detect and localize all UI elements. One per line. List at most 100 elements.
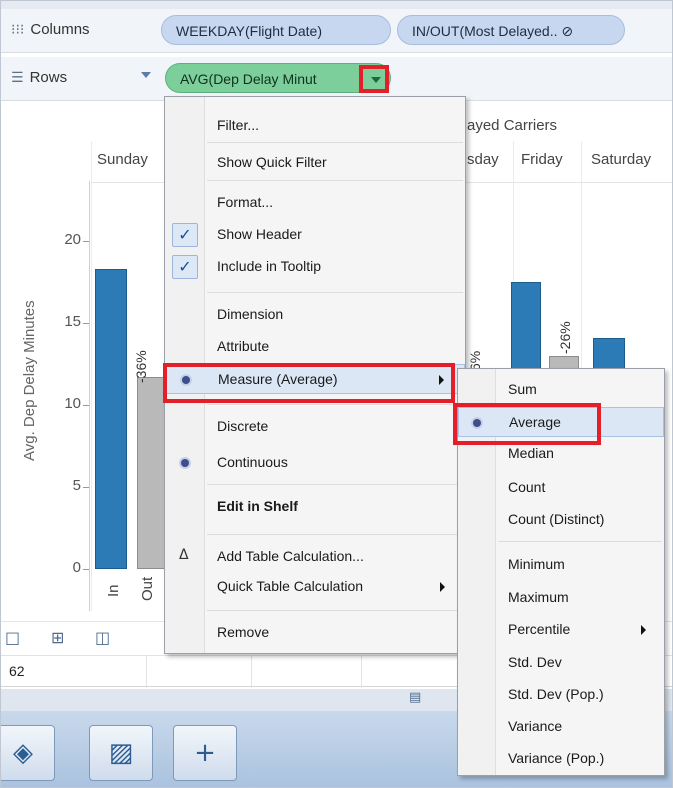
menu-separator: [207, 180, 463, 181]
menu-item-label: Minimum: [508, 556, 565, 572]
y-tick-label: 0: [72, 559, 81, 576]
x-label-out: Out: [139, 576, 156, 601]
y-tick-mark: [83, 487, 89, 488]
submenu-item-count[interactable]: Count: [458, 473, 664, 503]
bar-sunday-out[interactable]: [137, 377, 167, 569]
paint-app-icon[interactable]: ◈: [1, 725, 55, 781]
submenu-item-maximum[interactable]: Maximum: [458, 583, 664, 613]
submenu-item-minimum[interactable]: Minimum: [458, 550, 664, 580]
submenu-item-variance[interactable]: Variance: [458, 712, 664, 742]
rows-shelf: ☰ Rows AVG(Dep Delay Minut: [1, 57, 672, 101]
menu-item-label: Average: [509, 414, 561, 430]
menu-item-discrete[interactable]: Discrete: [165, 412, 465, 442]
submenu-arrow-icon: [641, 625, 646, 635]
menu-item-label: Continuous: [217, 454, 288, 470]
menu-separator: [207, 404, 463, 405]
menu-item-label: Attribute: [217, 338, 270, 354]
menu-item-label: Dimension: [217, 306, 284, 322]
y-tick-mark: [83, 241, 89, 242]
rows-label: Rows: [29, 69, 68, 86]
delta-icon: Δ: [179, 547, 189, 563]
radio-bullet-icon: [182, 376, 190, 384]
avg-dep-delay-pill[interactable]: AVG(Dep Delay Minut: [165, 63, 391, 93]
sheet-icon[interactable]: □: [5, 628, 20, 647]
menu-item-label: Show Header: [217, 226, 302, 242]
checkmark-icon: ✓: [172, 255, 198, 279]
menu-item-label: Filter...: [217, 117, 260, 133]
y-tick-label: 5: [72, 477, 81, 494]
pill-context-menu: Filter... Show Quick Filter Format... ✓ S…: [164, 96, 466, 654]
menu-item-label: Count: [508, 479, 546, 495]
submenu-item-average[interactable]: Average: [458, 407, 664, 437]
menu-item-filter[interactable]: Filter...: [165, 111, 465, 141]
bar-label-friday-out: -26%: [557, 321, 573, 354]
menu-item-show-quick-filter[interactable]: Show Quick Filter: [165, 148, 465, 178]
menu-item-label: Edit in Shelf: [217, 498, 298, 514]
menu-item-label: Quick Table Calculation: [217, 578, 364, 594]
day-header-wednesday: sday: [467, 151, 499, 168]
radio-bullet-icon: [181, 459, 189, 467]
y-tick-mark: [83, 405, 89, 406]
day-header-sunday: Sunday: [97, 151, 148, 168]
bar-sunday-in[interactable]: [95, 268, 127, 569]
menu-item-add-table-calculation[interactable]: Δ Add Table Calculation...: [165, 542, 465, 572]
rows-shelf-label: ☰ Rows: [11, 69, 67, 86]
aggregation-submenu: Sum Average Median Count Count (Distinct…: [457, 368, 665, 776]
y-tick-label: 20: [64, 231, 81, 248]
submenu-item-sum[interactable]: Sum: [458, 375, 664, 405]
day-header-friday: Friday: [521, 151, 563, 168]
in-out-pill[interactable]: IN/OUT(Most Delayed.. ⊘: [397, 15, 625, 45]
menu-item-label: Variance (Pop.): [508, 750, 605, 766]
y-tick-label: 15: [64, 313, 81, 330]
menu-item-show-header[interactable]: ✓ Show Header: [165, 220, 465, 250]
columns-shelf-label: ⁝⁝⁝ Columns: [11, 21, 90, 38]
menu-item-remove[interactable]: Remove: [165, 618, 465, 648]
menu-item-label: Remove: [217, 624, 270, 640]
presentation-icon[interactable]: ▤: [409, 690, 421, 705]
status-separator: [361, 656, 362, 688]
submenu-item-count-distinct[interactable]: Count (Distinct): [458, 505, 664, 535]
new-story-icon[interactable]: ◫: [95, 628, 110, 647]
new-dashboard-icon[interactable]: ⊞: [51, 628, 64, 647]
menu-item-label: Discrete: [217, 418, 269, 434]
submenu-arrow-icon: [439, 375, 444, 385]
chart-top-title: ayed Carriers: [467, 117, 558, 134]
menu-item-label: Percentile: [508, 621, 571, 637]
menu-item-attribute[interactable]: Attribute: [165, 332, 465, 362]
menu-item-label: Format...: [217, 194, 274, 210]
menu-item-continuous[interactable]: Continuous: [165, 448, 465, 478]
weekday-pill[interactable]: WEEKDAY(Flight Date): [161, 15, 391, 45]
menu-separator: [207, 610, 463, 611]
menu-item-label: Median: [508, 445, 554, 461]
menu-item-include-in-tooltip[interactable]: ✓ Include in Tooltip: [165, 252, 465, 282]
menu-item-measure-average[interactable]: Measure (Average): [165, 364, 465, 394]
menu-separator: [207, 292, 463, 293]
checkmark-icon: ✓: [172, 223, 198, 247]
menu-item-quick-table-calculation[interactable]: Quick Table Calculation: [165, 572, 465, 602]
submenu-item-std-dev-pop[interactable]: Std. Dev (Pop.): [458, 680, 664, 710]
y-axis-label: Avg. Dep Delay Minutes: [21, 300, 38, 461]
tableau-app-icon[interactable]: +: [173, 725, 237, 781]
x-label-in: In: [105, 584, 122, 597]
menu-separator: [207, 534, 463, 535]
rows-dropdown-icon[interactable]: [141, 72, 151, 78]
menu-item-edit-in-shelf[interactable]: Edit in Shelf: [165, 492, 465, 522]
submenu-item-median[interactable]: Median: [458, 439, 664, 469]
submenu-item-variance-pop[interactable]: Variance (Pop.): [458, 744, 664, 774]
shelf-top-strip: [1, 1, 672, 9]
radio-bullet-icon: [473, 419, 481, 427]
submenu-item-percentile[interactable]: Percentile: [458, 615, 664, 645]
menu-item-dimension[interactable]: Dimension: [165, 300, 465, 330]
pill-dropdown-arrow-icon[interactable]: [359, 65, 389, 93]
day-header-saturday: Saturday: [591, 151, 652, 168]
menu-item-label: Maximum: [508, 589, 569, 605]
menu-separator: [207, 142, 463, 143]
y-tick-label: 10: [64, 395, 81, 412]
window-app-icon[interactable]: ▨: [89, 725, 153, 781]
menu-item-label: Std. Dev: [508, 654, 562, 670]
submenu-item-std-dev[interactable]: Std. Dev: [458, 648, 664, 678]
columns-shelf: ⁝⁝⁝ Columns WEEKDAY(Flight Date) IN/OUT(…: [1, 9, 672, 53]
bar-label-sunday-out: -36%: [133, 350, 149, 383]
menu-item-format[interactable]: Format...: [165, 188, 465, 218]
submenu-arrow-icon: [440, 582, 445, 592]
